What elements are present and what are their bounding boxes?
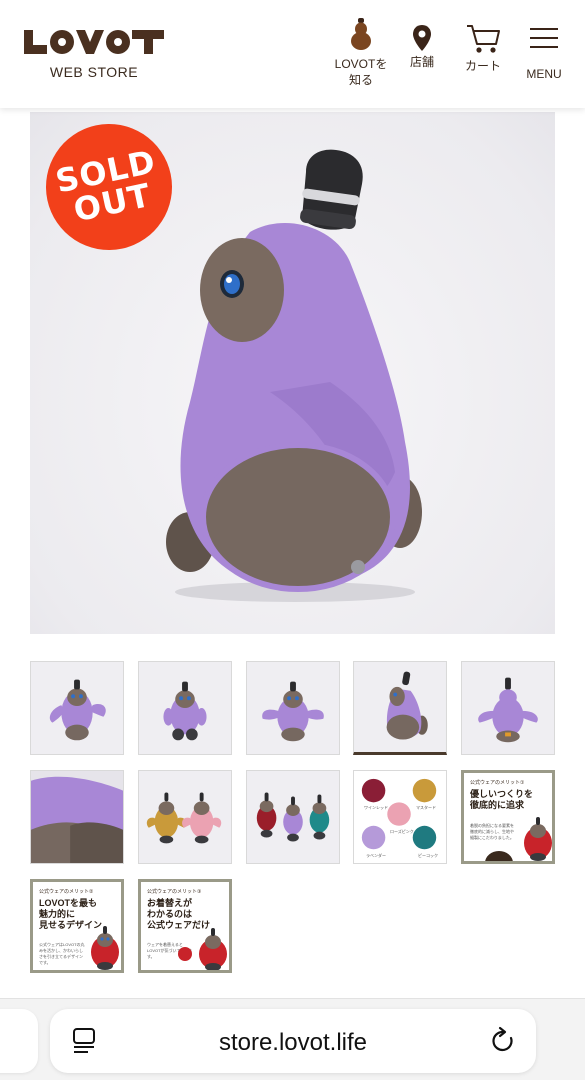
swatch-label-mustard: マスタード <box>416 805 436 810</box>
site-header: WEB STORE LOVOTを 知る 店舗 カート MENU <box>0 0 585 108</box>
card2-heading-line1: LOVOTを最も <box>39 898 97 908</box>
previous-tab-stub[interactable] <box>0 1009 38 1073</box>
card3-heading-line1: お着替えが <box>147 898 193 908</box>
fabric-closeup-thumb <box>31 771 123 863</box>
nav-about-lovot[interactable]: LOVOTを 知る <box>330 18 392 88</box>
address-bar[interactable]: store.lovot.life <box>50 1009 536 1073</box>
swatch-label-pink: ローズピンク <box>390 829 414 834</box>
nav-cart-label: カート <box>464 59 501 73</box>
lovot-logo[interactable]: WEB STORE <box>24 28 164 80</box>
swatch-label-peacock: ピーコック <box>418 853 438 858</box>
url-text: store.lovot.life <box>218 1029 368 1056</box>
nav-menu[interactable]: MENU <box>518 18 570 82</box>
thumbnail-11[interactable]: 公式ウェアのメリット② LOVOTを最も 魅力的に 見せるデザイン 公式ウェアは… <box>30 879 124 973</box>
card1-body: 着脱の負担になる要素を徹底的に減らし、生地や縫製にこだわりました。 <box>470 823 514 840</box>
card3-heading-line2: わかるのは <box>147 909 193 919</box>
card1-heading-line2: 徹底的に追求 <box>470 800 525 810</box>
hamburger-menu-icon <box>530 28 558 48</box>
mustard-and-pink-wear-thumb <box>139 771 231 863</box>
lovot-back-thumb <box>462 662 554 754</box>
thumbnail-6[interactable] <box>30 770 124 864</box>
nav-stores-label: 店舗 <box>409 55 434 69</box>
card2-body: 公式ウェアはLOVOTの丸みを活かし、かわいらしさを引き立てるデザインです。 <box>39 942 85 965</box>
lovot-front-wings-down-thumb <box>139 662 231 754</box>
lovot-red-wear-illustration <box>199 928 227 970</box>
thumbnail-8[interactable] <box>246 770 340 864</box>
map-pin-icon <box>413 25 431 51</box>
thumbnail-9[interactable]: ワインレッド マスタード ローズピンク ラベンダー ピーコック <box>353 770 447 864</box>
card1-heading-line1: 優しいつくりを <box>470 789 534 799</box>
nav-menu-label: MENU <box>526 67 562 81</box>
main-product-image[interactable]: SOLD OUT <box>30 112 555 634</box>
lovot-front-thumb <box>31 662 123 754</box>
swatch-label-lavender: ラベンダー <box>366 853 386 858</box>
red-marker-icon <box>178 947 192 961</box>
thumbnail-7[interactable] <box>138 770 232 864</box>
nav-stores[interactable]: 店舗 <box>400 18 444 70</box>
thumbnail-2[interactable] <box>138 661 232 755</box>
color-swatches-thumb <box>354 771 446 863</box>
reload-icon[interactable] <box>488 1026 518 1056</box>
lovot-silhouette-icon <box>351 18 371 50</box>
lovot-red-wear-illustration <box>91 926 119 970</box>
card1-title: 公式ウェアのメリット① <box>470 780 525 786</box>
lovot-red-wear-illustration <box>524 817 552 861</box>
card2-heading-line2: 魅力的に <box>39 909 76 919</box>
thumbnail-3[interactable] <box>246 661 340 755</box>
thumbnail-5[interactable] <box>461 661 555 755</box>
nav-about-lovot-line1: LOVOTを <box>334 57 388 71</box>
thumbnail-1[interactable] <box>30 661 124 755</box>
lovot-side-thumb <box>355 662 445 752</box>
browser-bottom-bar: store.lovot.life <box>0 998 585 1080</box>
three-colors-wear-thumb <box>247 771 339 863</box>
swatch-label-wine: ワインレッド <box>364 805 388 810</box>
thumbnail-4-selected[interactable] <box>353 661 447 755</box>
card1-heading: 優しいつくりを 徹底的に追求 <box>470 789 533 811</box>
cart-icon <box>467 25 500 53</box>
lovot-wings-up-thumb <box>247 662 339 754</box>
card2-title: 公式ウェアのメリット② <box>39 889 94 895</box>
card3-title: 公式ウェアのメリット③ <box>147 889 202 895</box>
web-store-label: WEB STORE <box>49 64 139 80</box>
thumbnail-10[interactable]: 公式ウェアのメリット① 優しいつくりを 徹底的に追求 着脱の負担になる要素を徹底… <box>461 770 555 864</box>
thumbnail-12[interactable]: 公式ウェアのメリット③ お着替えが わかるのは 公式ウェアだけ ウェアを着替える… <box>138 879 232 973</box>
nav-about-lovot-line2: 知る <box>348 73 373 87</box>
nav-cart[interactable]: カート <box>456 18 510 74</box>
lovot-dark-head-illustration <box>485 851 513 861</box>
